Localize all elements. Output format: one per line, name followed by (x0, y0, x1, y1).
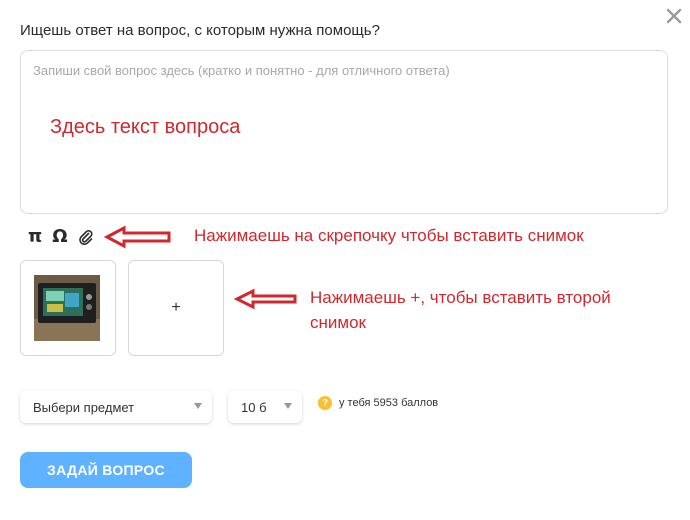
add-attachment-button[interactable]: + (128, 260, 224, 356)
question-placeholder: Запиши свой вопрос здесь (кратко и понят… (33, 63, 450, 78)
attachment-image (34, 275, 100, 341)
subject-select-value: Выбери предмет (33, 399, 135, 415)
ask-question-dialog: Ищешь ответ на вопрос, с которым нужна п… (0, 0, 690, 520)
question-coin-icon: ? (318, 396, 332, 410)
pi-symbol-button[interactable]: π (28, 227, 42, 247)
paperclip-icon[interactable] (78, 229, 94, 245)
balance-text: у тебя 5953 баллов (339, 397, 439, 409)
arrow-left-icon (104, 225, 171, 249)
dialog-title: Ищешь ответ на вопрос, с которым нужна п… (20, 22, 380, 39)
format-toolbar: π Ω (28, 226, 94, 248)
chevron-down-icon (284, 403, 292, 409)
arrow-left-icon (234, 288, 297, 310)
chevron-down-icon (194, 403, 202, 409)
annotation-question-text: Здесь текст вопроса (50, 116, 241, 138)
points-select-value: 10 б (241, 399, 267, 415)
points-balance: ? у тебя 5953 баллов (318, 396, 438, 410)
plus-label: + (171, 299, 181, 316)
subject-select[interactable]: Выбери предмет (20, 391, 212, 423)
attachment-thumbnail[interactable] (20, 260, 116, 356)
omega-symbol-button[interactable]: Ω (52, 227, 67, 247)
annotation-plus-hint: Нажимаешь +, чтобы вставить второй снимо… (310, 288, 611, 332)
points-select[interactable]: 10 б (228, 391, 302, 423)
annotation-clip-hint: Нажимаешь на скрепочку чтобы вставить сн… (194, 226, 584, 245)
close-icon[interactable] (665, 7, 683, 25)
submit-question-button[interactable]: ЗАДАЙ ВОПРОС (20, 452, 192, 488)
